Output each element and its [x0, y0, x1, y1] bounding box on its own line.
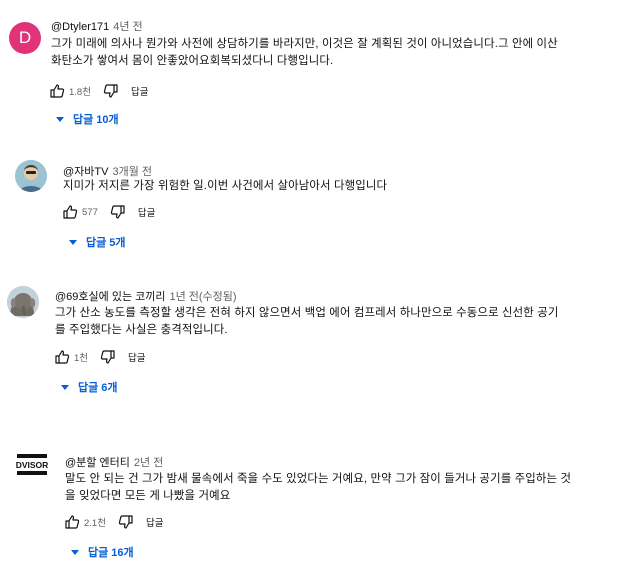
reply-button[interactable]: 답글 — [128, 350, 145, 364]
chevron-down-icon — [71, 549, 79, 555]
comment-header: @Dtyler171 4년 전 — [51, 18, 143, 34]
comment-text-line: 지미가 저지른 가장 위험한 일.이번 사건에서 살아남아서 다행입니다 — [63, 180, 388, 192]
comment-text-line: 를 주입했다는 사실은 충격적입니다. — [55, 324, 228, 336]
comment-time[interactable]: 2년 전 — [134, 457, 163, 469]
thumbs-up-icon[interactable] — [49, 83, 65, 99]
thumbs-up-icon[interactable] — [64, 514, 80, 530]
like-count: 577 — [82, 206, 98, 218]
replies-label: 답글 5개 — [86, 237, 126, 249]
view-replies-button[interactable]: 답글 6개 — [61, 379, 118, 395]
avatar-letter: D — [18, 28, 32, 47]
comment-text: 지미가 저지른 가장 위험한 일.이번 사건에서 살아남아서 다행입니다 — [63, 178, 633, 195]
view-replies-button[interactable]: 답글 5개 — [69, 234, 126, 250]
thumbs-down-icon[interactable] — [110, 204, 126, 220]
view-replies-button[interactable]: 답글 10개 — [56, 111, 119, 127]
comment-text: 말도 안 되는 건 그가 밤새 물속에서 죽을 수도 있었다는 거예요, 만약 … — [65, 471, 635, 505]
comment-text-line: 을 잊었다면 모든 게 나빴을 거예요 — [65, 490, 231, 502]
view-replies-button[interactable]: 답글 16개 — [71, 544, 134, 560]
comment-text: 그가 산소 농도를 측정할 생각은 전혀 하지 않으면서 백업 에어 컴프레서 … — [55, 305, 635, 339]
comment-text-line: 그가 미래에 의사나 뭔가와 사전에 상담하기를 바라지만, 이것은 잘 계획된… — [51, 38, 558, 50]
comment-actions: 2.1천 답글 — [64, 513, 163, 531]
avatar-image — [15, 160, 47, 192]
like-count: 2.1천 — [84, 518, 106, 529]
comment-time[interactable]: 4년 전 — [113, 21, 142, 33]
comment-text-line: 말도 안 되는 건 그가 밤새 물속에서 죽을 수도 있었다는 거예요, 만약 … — [65, 473, 572, 485]
comment-header: @자바TV 3개월 전 — [63, 163, 152, 179]
thumbs-down-icon[interactable] — [103, 83, 119, 99]
reply-button[interactable]: 답글 — [146, 515, 163, 529]
comment-time[interactable]: 1년 전(수정됨) — [169, 291, 236, 303]
replies-label: 답글 16개 — [88, 547, 134, 559]
reply-button[interactable]: 답글 — [138, 205, 155, 219]
comment-actions: 1.8천 답글 — [49, 82, 148, 100]
like-count: 1.8천 — [69, 87, 91, 98]
chevron-down-icon — [56, 116, 64, 122]
chevron-down-icon — [69, 239, 77, 245]
thumbs-down-icon[interactable] — [100, 349, 116, 365]
author-name[interactable]: @Dtyler171 — [51, 21, 109, 33]
avatar[interactable] — [15, 160, 47, 192]
thumbs-up-icon[interactable] — [62, 204, 78, 220]
reply-button[interactable]: 답글 — [131, 84, 148, 98]
comment-actions: 1천 답글 — [54, 348, 146, 366]
comment-actions: 577 답글 — [62, 203, 155, 221]
avatar[interactable]: D — [9, 22, 41, 54]
comment-text-line: 화탄소가 쌓여서 몸이 안좋았어요회복되셨다니 다행입니다. — [51, 55, 334, 67]
comment-time[interactable]: 3개월 전 — [112, 166, 152, 178]
thumbs-up-icon[interactable] — [54, 349, 70, 365]
replies-label: 답글 10개 — [73, 114, 119, 126]
like-count: 1천 — [74, 353, 89, 364]
author-name[interactable]: @69호실에 있는 코끼리 — [55, 291, 165, 303]
avatar[interactable]: DVISOR — [16, 451, 48, 483]
thumbs-down-icon[interactable] — [118, 514, 134, 530]
comment-header: @69호실에 있는 코끼리 1년 전(수정됨) — [55, 288, 237, 304]
comment-text-line: 그가 산소 농도를 측정할 생각은 전혀 하지 않으면서 백업 에어 컴프레서 … — [55, 307, 559, 319]
avatar[interactable] — [7, 286, 39, 318]
comment-header: @분할 엔터티 2년 전 — [65, 454, 163, 470]
elephant-icon — [7, 286, 39, 318]
chevron-down-icon — [61, 384, 69, 390]
avatar-logo-text: DVISOR — [16, 460, 48, 470]
replies-label: 답글 6개 — [78, 382, 118, 394]
comment-text: 그가 미래에 의사나 뭔가와 사전에 상담하기를 바라지만, 이것은 잘 계획된… — [51, 36, 636, 70]
avatar-logo: DVISOR — [16, 454, 48, 475]
author-name[interactable]: @자바TV — [63, 166, 108, 178]
author-name[interactable]: @분할 엔터티 — [65, 457, 130, 469]
